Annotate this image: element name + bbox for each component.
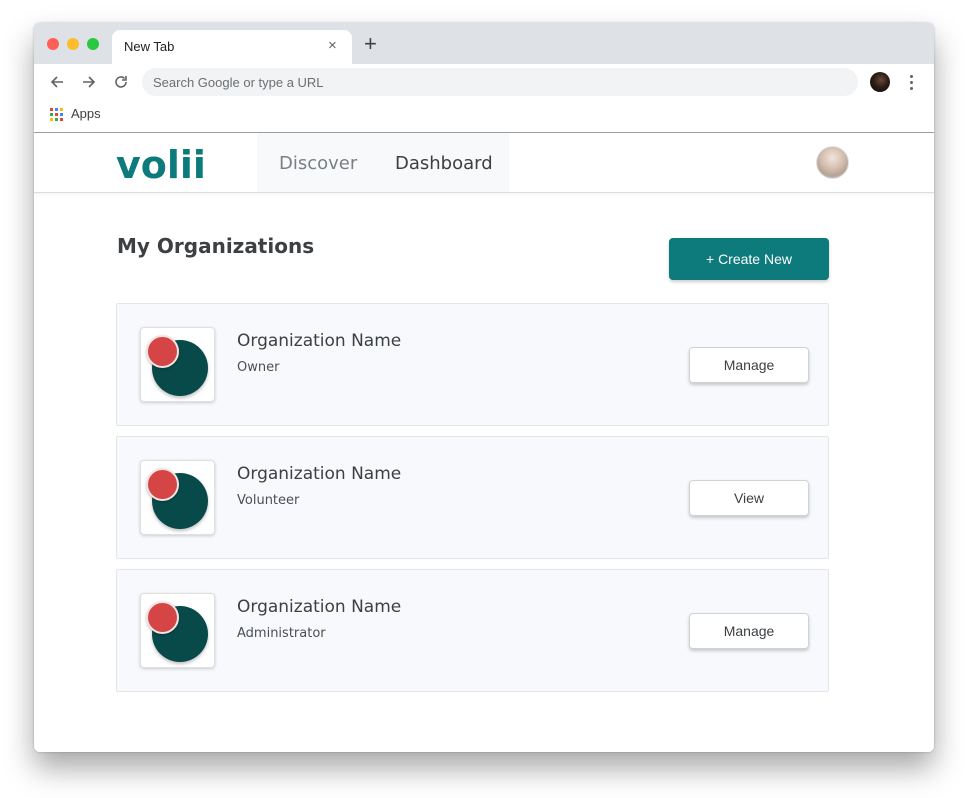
tab-strip: New Tab × + [34,23,934,64]
organization-card: Organization Name Owner Manage [116,303,829,426]
main-nav: Discover Dashboard [257,133,509,192]
logo-red-circle [146,601,179,634]
user-avatar[interactable] [816,146,849,179]
logo-red-circle [146,335,179,368]
organization-card: Organization Name Administrator Manage [116,569,829,692]
tab-close-icon[interactable]: × [328,37,337,55]
site-header: volii Discover Dashboard [34,133,934,193]
address-bar[interactable]: Search Google or type a URL [142,68,858,96]
minimize-window-button[interactable] [67,38,79,50]
organization-card: Organization Name Volunteer View [116,436,829,559]
nav-dashboard[interactable]: Dashboard [395,153,493,174]
apps-bookmark[interactable]: Apps [71,106,101,121]
browser-window: New Tab × + Search Google or type a URL … [34,23,934,752]
organization-role: Administrator [237,626,326,641]
organization-role: Owner [237,360,280,375]
forward-button[interactable] [79,72,99,92]
browser-toolbar: Search Google or type a URL [34,64,934,100]
organization-logo [140,327,215,402]
web-page: volii Discover Dashboard My Organization… [34,132,934,752]
apps-grid-icon[interactable] [50,108,63,121]
bookmarks-bar: Apps [34,100,934,131]
organization-name: Organization Name [237,464,402,484]
organization-logo [140,593,215,668]
organization-role: Volunteer [237,493,300,508]
manage-button[interactable]: Manage [689,613,809,649]
reload-button[interactable] [111,72,131,92]
logo-red-circle [146,468,179,501]
nav-discover[interactable]: Discover [279,153,357,174]
manage-button[interactable]: Manage [689,347,809,383]
browser-profile-avatar[interactable] [870,72,890,92]
back-arrow-icon [50,76,63,88]
svg-text:volii: volii [116,145,206,185]
browser-tab[interactable]: New Tab × [112,30,352,64]
close-window-button[interactable] [47,38,59,50]
back-button[interactable] [47,72,67,92]
volii-logo[interactable]: volii [116,145,216,185]
reload-icon [115,76,127,88]
maximize-window-button[interactable] [87,38,99,50]
organization-logo [140,460,215,535]
forward-arrow-icon [83,76,96,88]
create-new-button[interactable]: + Create New [669,238,829,280]
tab-title: New Tab [124,39,175,54]
new-tab-button[interactable]: + [364,33,377,55]
organization-name: Organization Name [237,331,402,351]
organization-name: Organization Name [237,597,402,617]
address-bar-placeholder: Search Google or type a URL [153,75,324,90]
view-button[interactable]: View [689,480,809,516]
page-title: My Organizations [117,234,315,258]
browser-menu-icon[interactable] [907,73,917,91]
